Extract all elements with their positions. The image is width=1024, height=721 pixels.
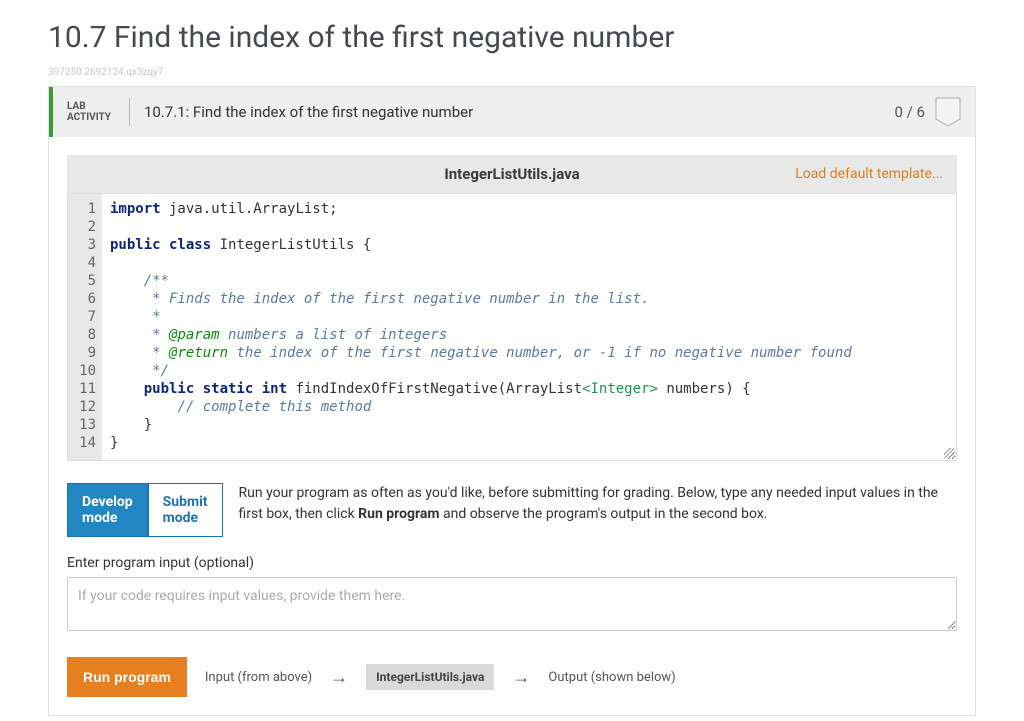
lab-title: 10.7.1: Find the index of the first nega… [144, 103, 895, 121]
code-line[interactable]: public class IntegerListUtils { [110, 236, 948, 254]
code-line[interactable]: import java.util.ArrayList; [110, 200, 948, 218]
lab-label-top: LAB [67, 101, 111, 112]
develop-mode-button[interactable]: Develop mode [67, 483, 148, 537]
watermark-text: 397250.2692124.qx3zqy7 [48, 67, 976, 78]
flow-output-label: Output (shown below) [548, 670, 675, 685]
line-number: 6 [74, 290, 96, 308]
program-input-textarea[interactable] [67, 577, 957, 631]
code-line[interactable]: * [110, 308, 948, 326]
code-line[interactable] [110, 254, 948, 272]
line-number: 13 [74, 416, 96, 434]
lab-body: IntegerListUtils.java Load default templ… [49, 137, 975, 715]
line-number: 2 [74, 218, 96, 236]
line-number: 7 [74, 308, 96, 326]
line-number: 3 [74, 236, 96, 254]
line-number: 14 [74, 434, 96, 452]
mode-description: Run your program as often as you'd like,… [239, 483, 957, 525]
code-line[interactable]: } [110, 434, 948, 452]
run-program-button[interactable]: Run program [67, 657, 187, 697]
lab-activity-label: LAB ACTIVITY [67, 101, 111, 123]
code-line[interactable] [110, 218, 948, 236]
program-input-label: Enter program input (optional) [67, 555, 957, 571]
program-input-section: Enter program input (optional) [67, 555, 957, 635]
line-number-gutter: 1234567891011121314 [68, 194, 102, 460]
code-line[interactable]: */ [110, 362, 948, 380]
load-default-template-link[interactable]: Load default template... [795, 166, 943, 182]
lab-card: LAB ACTIVITY 10.7.1: Find the index of t… [48, 86, 976, 716]
code-line[interactable]: * @param numbers a list of integers [110, 326, 948, 344]
file-header: IntegerListUtils.java Load default templ… [67, 155, 957, 193]
code-area[interactable]: import java.util.ArrayList; public class … [102, 194, 956, 460]
line-number: 10 [74, 362, 96, 380]
code-line[interactable]: * @return the index of the first negativ… [110, 344, 948, 362]
submit-mode-button[interactable]: Submit mode [148, 483, 223, 537]
code-editor[interactable]: 1234567891011121314 import java.util.Arr… [67, 193, 957, 461]
code-line[interactable]: * Finds the index of the first negative … [110, 290, 948, 308]
run-program-bold: Run program [358, 506, 439, 522]
page-title: 10.7 Find the index of the first negativ… [48, 20, 976, 55]
code-line[interactable]: public static int findIndexOfFirstNegati… [110, 380, 948, 398]
line-number: 11 [74, 380, 96, 398]
line-number: 9 [74, 344, 96, 362]
line-number: 4 [74, 254, 96, 272]
code-line[interactable]: // complete this method [110, 398, 948, 416]
run-row: Run program Input (from above) → Integer… [67, 657, 957, 697]
line-number: 8 [74, 326, 96, 344]
line-number: 1 [74, 200, 96, 218]
code-line[interactable]: /** [110, 272, 948, 290]
line-number: 5 [74, 272, 96, 290]
resize-grip-icon[interactable] [944, 448, 954, 458]
mode-buttons: Develop mode Submit mode [67, 483, 223, 537]
lab-score: 0 / 6 [895, 103, 926, 121]
lab-header: LAB ACTIVITY 10.7.1: Find the index of t… [49, 87, 975, 137]
flow-file-chip: IntegerListUtils.java [366, 664, 494, 690]
code-line[interactable]: } [110, 416, 948, 434]
lab-separator [129, 98, 130, 126]
line-number: 12 [74, 398, 96, 416]
arrow-icon: → [512, 667, 530, 688]
score-badge-icon [935, 97, 961, 127]
arrow-icon: → [330, 667, 348, 688]
mode-row: Develop mode Submit mode Run your progra… [67, 483, 957, 537]
flow-input-label: Input (from above) [205, 670, 312, 685]
lab-label-bottom: ACTIVITY [67, 112, 111, 123]
